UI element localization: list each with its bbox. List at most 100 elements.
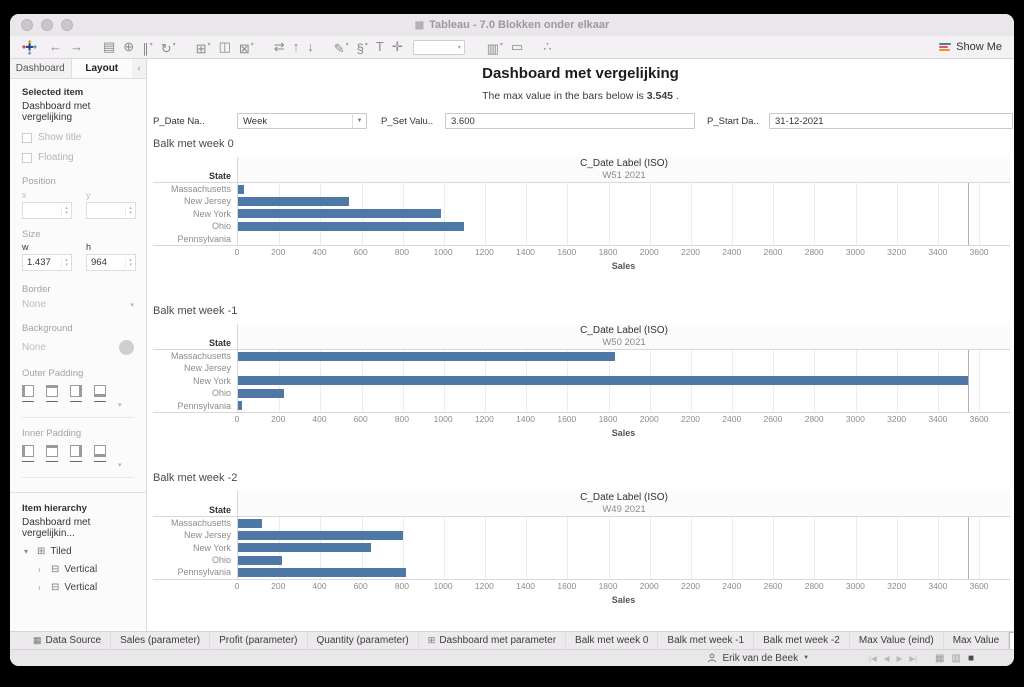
user-menu[interactable]: Erik van de Beek ▼: [707, 653, 809, 664]
expander-right-icon[interactable]: ›: [38, 583, 46, 592]
sheet-tab-quantity-parameter-[interactable]: Quantity (parameter): [308, 632, 419, 649]
sidebar-tab-layout[interactable]: Layout: [71, 59, 133, 78]
column-header-field[interactable]: C_Date Label (ISO): [238, 325, 1010, 337]
column-header-field[interactable]: C_Date Label (ISO): [238, 492, 1010, 504]
sheet-tab-profit-parameter-[interactable]: Profit (parameter): [210, 632, 307, 649]
highlight-icon[interactable]: ✎▾: [334, 34, 349, 60]
row-label-new-jersey[interactable]: New Jersey: [153, 529, 237, 541]
bar-pennsylvania[interactable]: [238, 401, 242, 410]
row-label-ohio[interactable]: Ohio: [153, 387, 237, 399]
column-header-value[interactable]: W50 2021: [238, 337, 1010, 348]
floating-checkbox[interactable]: [22, 153, 32, 163]
bar-new-jersey[interactable]: [238, 197, 349, 206]
inner-padding-left[interactable]: [22, 445, 34, 462]
new-worksheet-icon[interactable]: ⊞▾: [196, 34, 211, 60]
undo-icon[interactable]: ←: [49, 36, 62, 58]
first-sheet-icon[interactable]: |◀: [869, 654, 877, 663]
save-icon[interactable]: ▤: [103, 36, 115, 58]
sort-ascending-icon[interactable]: ↑: [293, 36, 300, 58]
sidebar-tab-dashboard[interactable]: Dashboard: [10, 59, 71, 78]
presentation-mode-icon[interactable]: ▭: [511, 36, 523, 58]
pause-auto-updates-icon[interactable]: ∥▾: [142, 34, 153, 60]
show-cards-icon[interactable]: ▥▾: [487, 34, 503, 60]
background-select[interactable]: None: [22, 340, 134, 355]
bar-pennsylvania[interactable]: [238, 568, 406, 577]
show-sheet-view-icon[interactable]: ■: [968, 653, 974, 664]
row-header-label[interactable]: State: [153, 491, 237, 516]
row-header-label[interactable]: State: [153, 157, 237, 182]
inner-padding-right[interactable]: [70, 445, 82, 462]
show-title-checkbox[interactable]: [22, 133, 32, 143]
bar-new-york[interactable]: [238, 543, 371, 552]
chevron-down-icon[interactable]: ▾: [118, 461, 122, 469]
row-label-ohio[interactable]: Ohio: [153, 220, 237, 232]
sheet-tab-balk-met-week-0[interactable]: Balk met week 0: [566, 632, 658, 649]
next-sheet-icon[interactable]: ▶: [897, 654, 903, 663]
row-label-pennsylvania[interactable]: Pennsylvania: [153, 400, 237, 412]
x-position-stepper[interactable]: ▴▾: [22, 202, 72, 219]
row-label-new-jersey[interactable]: New Jersey: [153, 362, 237, 374]
expander-down-icon[interactable]: ▾: [24, 547, 32, 556]
row-label-massachusetts[interactable]: Massachusetts: [153, 350, 237, 362]
row-label-massachusetts[interactable]: Massachusetts: [153, 183, 237, 195]
width-stepper[interactable]: 1.437 ▴▾: [22, 254, 72, 271]
border-select[interactable]: None ▾: [22, 299, 134, 310]
sidebar-collapse-icon[interactable]: ‹: [132, 59, 146, 78]
expander-right-icon[interactable]: ›: [38, 565, 46, 574]
sheet-tab-dashboard-met-vergelijking[interactable]: ⊞Dashboard met vergelijking: [1009, 632, 1014, 649]
sheet-tab-max-value[interactable]: Max Value: [944, 632, 1010, 649]
sort-descending-icon[interactable]: ↓: [307, 36, 314, 58]
run-update-icon[interactable]: ↻▾: [161, 34, 176, 60]
bar-new-york[interactable]: [238, 209, 441, 218]
redo-icon[interactable]: →: [70, 36, 83, 58]
row-label-new-york[interactable]: New York: [153, 375, 237, 387]
sheet-tab-data-source[interactable]: ▦Data Source: [24, 632, 111, 649]
share-workbook-icon[interactable]: ∴: [543, 36, 551, 58]
outer-padding-left[interactable]: [22, 385, 34, 402]
outer-padding-bottom[interactable]: [94, 385, 106, 402]
outer-padding-right[interactable]: [70, 385, 82, 402]
inner-padding-top[interactable]: [46, 445, 58, 462]
bar-ohio[interactable]: [238, 389, 284, 398]
row-header-label[interactable]: State: [153, 324, 237, 349]
param-start-date-input[interactable]: 31-12-2021: [769, 113, 1013, 129]
last-sheet-icon[interactable]: ▶|: [909, 654, 917, 663]
hierarchy-item-tiled[interactable]: ▾ ⊞ Tiled: [22, 546, 134, 557]
new-data-source-icon[interactable]: ⊕: [123, 36, 134, 58]
row-label-massachusetts[interactable]: Massachusetts: [153, 517, 237, 529]
y-position-stepper[interactable]: ▴▾: [86, 202, 136, 219]
fit-selector[interactable]: ▾: [413, 40, 465, 55]
height-stepper[interactable]: 964 ▴▾: [86, 254, 136, 271]
column-header-value[interactable]: W49 2021: [238, 504, 1010, 515]
bar-ohio[interactable]: [238, 556, 282, 565]
group-members-icon[interactable]: §▾: [357, 34, 368, 60]
param-date-dropdown[interactable]: Week ▼: [237, 113, 367, 129]
previous-sheet-icon[interactable]: ◀: [884, 654, 890, 663]
show-tabs-view-icon[interactable]: ▦: [935, 653, 944, 664]
outer-padding-top[interactable]: [46, 385, 58, 402]
column-header-value[interactable]: W51 2021: [238, 170, 1010, 181]
row-label-new-york[interactable]: New York: [153, 542, 237, 554]
show-me-button[interactable]: Show Me: [939, 41, 1002, 53]
bar-new-york[interactable]: [238, 376, 968, 385]
bar-new-jersey[interactable]: [238, 531, 403, 540]
sheet-tab-max-value-eind-[interactable]: Max Value (eind): [850, 632, 944, 649]
background-color-swatch[interactable]: [119, 340, 134, 355]
row-label-pennsylvania[interactable]: Pennsylvania: [153, 233, 237, 245]
sheet-tab-dashboard-met-parameter[interactable]: ⊞Dashboard met parameter: [419, 632, 566, 649]
sheet-tab-balk-met-week-2[interactable]: Balk met week -2: [754, 632, 850, 649]
fix-axes-icon[interactable]: ✛: [392, 36, 403, 58]
row-label-ohio[interactable]: Ohio: [153, 554, 237, 566]
show-filmstrip-view-icon[interactable]: ▥: [952, 653, 961, 664]
row-label-pennsylvania[interactable]: Pennsylvania: [153, 566, 237, 578]
column-header-field[interactable]: C_Date Label (ISO): [238, 158, 1010, 170]
clear-sheet-icon[interactable]: ⊠▾: [239, 34, 254, 60]
chevron-down-icon[interactable]: ▾: [118, 401, 122, 409]
sheet-tab-sales-parameter-[interactable]: Sales (parameter): [111, 632, 210, 649]
hierarchy-item-vertical-1[interactable]: › ⊟ Vertical: [22, 564, 134, 575]
row-label-new-york[interactable]: New York: [153, 208, 237, 220]
tableau-logo-icon[interactable]: [22, 40, 37, 55]
row-label-new-jersey[interactable]: New Jersey: [153, 195, 237, 207]
bar-massachusetts[interactable]: [238, 352, 615, 361]
duplicate-sheet-icon[interactable]: ◫: [219, 36, 231, 58]
